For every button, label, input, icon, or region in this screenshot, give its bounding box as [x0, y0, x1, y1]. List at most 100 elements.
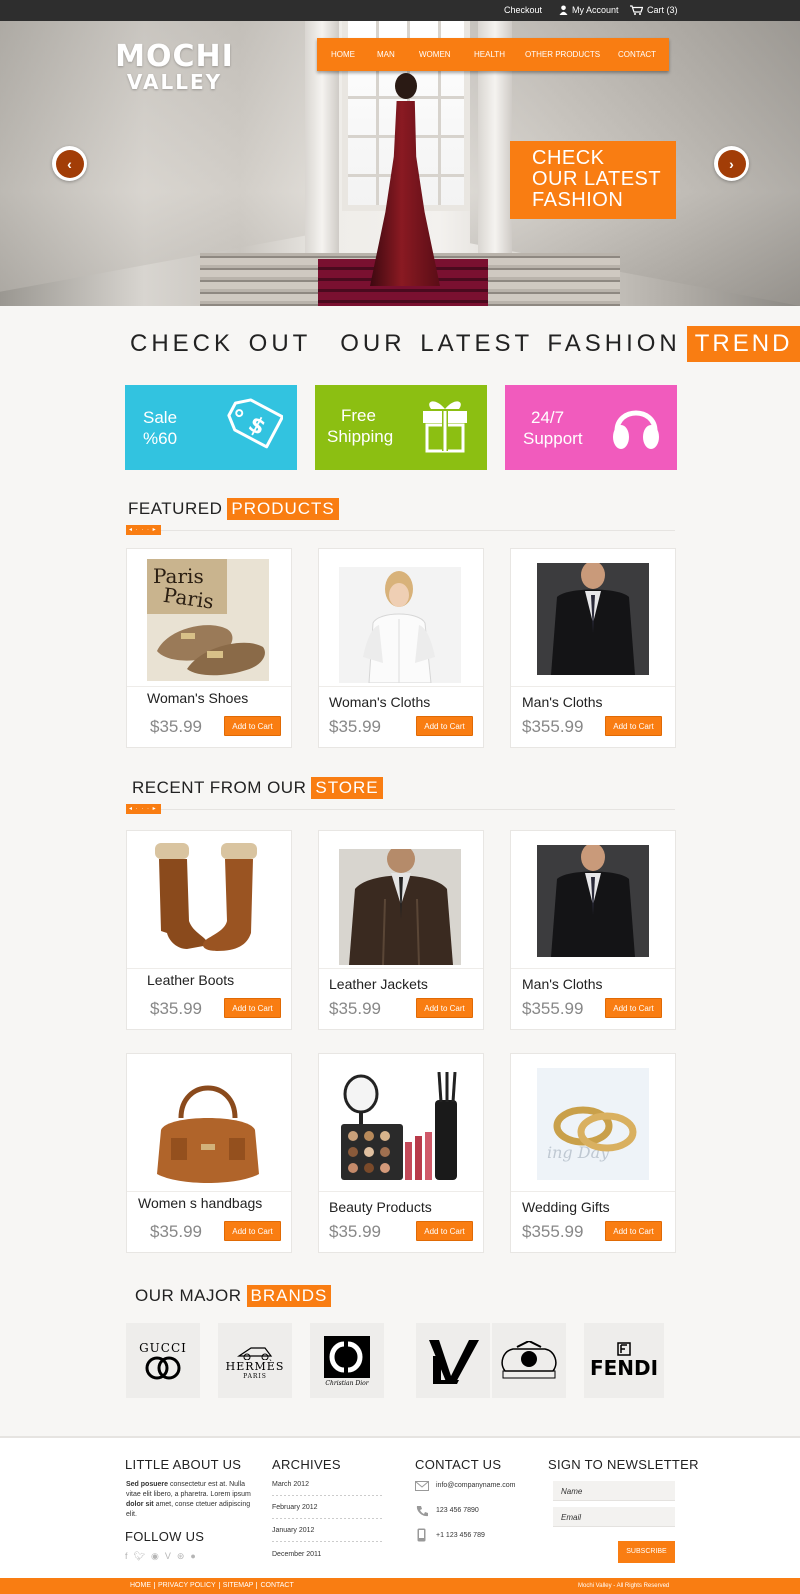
recent-title-text: RECENT FROM OUR	[132, 778, 307, 797]
brands-title: OUR MAJOR BRANDS	[135, 1285, 332, 1307]
gift-box-icon	[423, 401, 467, 453]
add-to-cart-button[interactable]: Add to Cart	[605, 1221, 662, 1241]
product-card[interactable]: Leather Boots $35.99 Add to Cart	[126, 830, 292, 1030]
dior-cd-icon	[324, 1336, 370, 1378]
contact-email[interactable]: info@companyname.com	[436, 1482, 515, 1489]
archive-link[interactable]: March 2012	[272, 1481, 309, 1488]
about-bold-text: dolor sit	[126, 1501, 154, 1508]
card-divider	[319, 1191, 483, 1192]
product-card[interactable]: Paris Paris Woman's Shoes $35.99 Add to …	[126, 548, 292, 748]
slider-next-button[interactable]: ›	[714, 146, 749, 181]
product-name[interactable]: Wedding Gifts	[522, 1199, 610, 1215]
add-to-cart-button[interactable]: Add to Cart	[224, 716, 281, 736]
product-name[interactable]: Man's Cloths	[522, 694, 602, 710]
add-to-cart-button[interactable]: Add to Cart	[416, 998, 473, 1018]
add-to-cart-button[interactable]: Add to Cart	[224, 998, 281, 1018]
cart-icon	[630, 5, 643, 15]
footer-about-title: LITTLE ABOUT US	[125, 1457, 242, 1472]
card-divider	[127, 968, 291, 969]
promo-free-shipping[interactable]: Free Shipping	[315, 385, 487, 470]
vimeo-icon[interactable]: V	[165, 1551, 171, 1562]
logo-line-1: MOCHI	[115, 39, 234, 74]
brand-fendi-logo[interactable]: FENDI	[584, 1323, 664, 1398]
footer-link-sitemap[interactable]: SITEMAP	[220, 1582, 258, 1589]
brands-title-highlight: BRANDS	[246, 1285, 332, 1307]
rss-icon[interactable]: ◉	[151, 1551, 159, 1562]
nav-man[interactable]: MAN	[377, 50, 395, 59]
archive-link[interactable]: December 2011	[272, 1551, 321, 1558]
dribbble-icon[interactable]: ⊛	[177, 1551, 185, 1562]
product-name[interactable]: Woman's Cloths	[329, 694, 430, 710]
fendi-ff-icon	[617, 1341, 631, 1356]
nav-health[interactable]: HEALTH	[474, 50, 505, 59]
product-card[interactable]: ing Day Wedding Gifts $355.99 Add to Car…	[510, 1053, 676, 1253]
twitter-icon[interactable]: 🐦︎	[134, 1551, 145, 1562]
product-name[interactable]: Women s handbags	[138, 1195, 262, 1211]
footer-link-privacy[interactable]: PRIVACY POLICY	[155, 1582, 220, 1589]
add-to-cart-button[interactable]: Add to Cart	[224, 1221, 281, 1241]
product-card[interactable]: Woman's Cloths $35.99 Add to Cart	[318, 548, 484, 748]
brand-hermes-logo[interactable]: HERMÈS PARIS	[218, 1323, 292, 1398]
promo-line: %60	[143, 429, 178, 448]
product-name[interactable]: Beauty Products	[329, 1199, 432, 1215]
nav-women[interactable]: WOMEN	[419, 50, 451, 59]
promo-text: Sale %60	[143, 407, 177, 449]
my-account-link[interactable]: My Account	[559, 5, 619, 15]
recent-pager[interactable]: ◂ · · · ▸	[126, 804, 161, 814]
add-to-cart-button[interactable]: Add to Cart	[416, 1221, 473, 1241]
hero-cta-line: OUR LATEST	[532, 168, 662, 190]
subscribe-button[interactable]: SUBSCRIBE	[618, 1541, 675, 1563]
product-name[interactable]: Leather Jackets	[329, 976, 428, 992]
footer-link-home[interactable]: HOME	[127, 1582, 155, 1589]
add-to-cart-button[interactable]: Add to Cart	[605, 998, 662, 1018]
product-image-woman-cloths	[339, 567, 461, 683]
featured-title-text: FEATURED	[128, 499, 223, 518]
facebook-icon[interactable]: f	[125, 1551, 128, 1562]
section-divider	[160, 809, 675, 810]
brand-gucci-logo[interactable]: GUCCI	[126, 1323, 200, 1398]
nav-other-products[interactable]: OTHER PRODUCTS	[525, 50, 600, 59]
nav-contact[interactable]: CONTACT	[618, 50, 656, 59]
archive-link[interactable]: February 2012	[272, 1504, 318, 1511]
hero-cta-box[interactable]: CHECK OUR LATEST FASHION	[510, 141, 676, 219]
archive-link[interactable]: January 2012	[272, 1527, 314, 1534]
brand-name: GUCCI	[139, 1340, 187, 1355]
promo-sale[interactable]: Sale %60 $	[125, 385, 297, 470]
card-divider	[127, 1191, 291, 1192]
product-card[interactable]: Leather Jackets $35.99 Add to Cart	[318, 830, 484, 1030]
brand-louis-vuitton-logo[interactable]	[416, 1323, 490, 1398]
promo-support[interactable]: 24/7 Support	[505, 385, 677, 470]
product-card[interactable]: Man's Cloths $355.99 Add to Cart	[510, 548, 676, 748]
cart-link[interactable]: Cart (3)	[630, 5, 678, 15]
headphones-icon	[613, 410, 659, 449]
footer-link-contact[interactable]: CONTACT	[257, 1582, 296, 1589]
recent-title: RECENT FROM OUR STORE	[132, 777, 383, 799]
newsletter-email-input[interactable]: Email	[553, 1507, 675, 1527]
product-name[interactable]: Man's Cloths	[522, 976, 602, 992]
product-name[interactable]: Woman's Shoes	[147, 690, 248, 706]
juicy-couture-crest-icon	[501, 1340, 557, 1378]
flickr-icon[interactable]: ●	[190, 1551, 195, 1562]
product-card[interactable]: Man's Cloths $355.99 Add to Cart	[510, 830, 676, 1030]
card-divider	[511, 968, 675, 969]
newsletter-name-input[interactable]: Name	[553, 1481, 675, 1501]
promo-text: 24/7 Support	[523, 407, 583, 449]
site-logo[interactable]: MOCHI VALLEY	[107, 39, 242, 93]
product-price: $35.99	[150, 999, 202, 1018]
product-card[interactable]: Beauty Products $35.99 Add to Cart	[318, 1053, 484, 1253]
brand-dior-logo[interactable]: Christian Dior	[310, 1323, 384, 1398]
brand-name: HERMÈS	[225, 1359, 285, 1373]
add-to-cart-button[interactable]: Add to Cart	[416, 716, 473, 736]
promo-text: Free Shipping	[327, 405, 393, 447]
hermes-carriage-icon	[237, 1346, 273, 1360]
brand-juicy-couture-logo[interactable]	[492, 1323, 566, 1398]
product-name[interactable]: Leather Boots	[147, 972, 234, 988]
featured-pager[interactable]: ◂ · · · ▸	[126, 525, 161, 535]
product-card[interactable]: Women s handbags $35.99 Add to Cart	[126, 1053, 292, 1253]
add-to-cart-button[interactable]: Add to Cart	[605, 716, 662, 736]
slider-prev-button[interactable]: ‹	[52, 146, 87, 181]
product-price: $35.99	[329, 717, 381, 736]
copyright-text: Mochi Valley - All Rights Reserved	[578, 1583, 670, 1589]
checkout-link[interactable]: Checkout	[504, 5, 542, 15]
nav-home[interactable]: HOME	[331, 50, 355, 59]
